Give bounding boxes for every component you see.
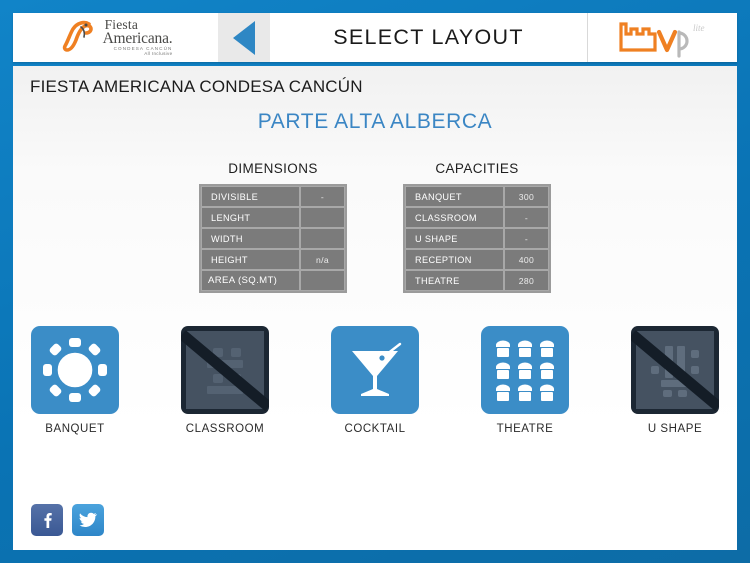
social-links [31,504,104,536]
brand-subtitle-plan: All Inclusive [144,51,173,56]
capacities-heading: CAPACITIES [435,161,519,176]
dimensions-heading: DIMENSIONS [228,161,318,176]
row-label: WIDTH [201,228,300,249]
info-tables: DIMENSIONS DIVISIBLE - LENGHT WIDTH HEIG… [13,161,737,293]
table-row: CLASSROOM - [405,207,549,228]
room-name: PARTE ALTA ALBERCA [257,110,493,133]
row-label: THEATRE [405,270,504,291]
hotel-name: FIESTA AMERICANA CONDESA CANCÚN [30,77,363,96]
bvp-lite-logo-icon: lite [618,21,705,58]
brand-name-line2: Americana. [102,29,173,47]
capacities-table: BANQUET 300 CLASSROOM - U SHAPE - RECEPT… [403,184,551,293]
row-value: 300 [504,186,549,207]
bvp-logo: lite [587,13,737,62]
table-row: RECEPTION 400 [405,249,549,270]
row-value: - [504,207,549,228]
row-label: RECEPTION [405,249,504,270]
main-panel: FIESTA AMERICANA CONDESA CANCÚN PARTE AL… [13,66,737,550]
chair-grid-icon [496,340,554,401]
layout-option-label: THEATRE [496,423,554,435]
row-label: DIVISIBLE [201,186,300,207]
back-arrow-icon [233,20,255,55]
layout-options: BANQUET CLASSROOM COCKTAIL THEATRE U SHA… [13,326,737,435]
row-value [300,228,345,249]
table-row: AREA (SQ.MT) [201,270,345,291]
table-row: HEIGHT n/a [201,249,345,270]
fiesta-americana-swirl-icon [62,20,93,52]
app-header: Fiesta Americana. CONDESA CANCÚN All Inc… [13,13,737,62]
facebook-button[interactable] [31,504,63,536]
row-label: AREA (SQ.MT) [201,270,300,291]
layout-option-label: BANQUET [45,423,105,435]
layout-tile-disabled [181,326,269,414]
page-title-container: SELECT LAYOUT [270,13,587,62]
page-title: SELECT LAYOUT [333,25,524,49]
table-row: DIVISIBLE - [201,186,345,207]
layout-option-theatre[interactable]: THEATRE [466,326,584,435]
row-value [300,270,345,291]
row-value: n/a [300,249,345,270]
capacities-block: CAPACITIES BANQUET 300 CLASSROOM - U SHA… [403,161,551,293]
row-value: 280 [504,270,549,291]
layout-tile-disabled [631,326,719,414]
round-table-icon [43,338,107,402]
dimensions-table: DIVISIBLE - LENGHT WIDTH HEIGHT n/a AREA… [199,184,347,293]
back-button[interactable] [218,13,270,62]
layout-tile[interactable] [481,326,569,414]
twitter-icon [79,512,98,528]
table-row: BANQUET 300 [405,186,549,207]
table-row: U SHAPE - [405,228,549,249]
layout-option-label: COCKTAIL [344,423,406,435]
fiesta-americana-logo: Fiesta Americana. CONDESA CANCÚN All Inc… [13,13,218,62]
layout-option-banquet[interactable]: BANQUET [16,326,134,435]
row-value: 400 [504,249,549,270]
row-label: U SHAPE [405,228,504,249]
row-label: BANQUET [405,186,504,207]
table-row: WIDTH [201,228,345,249]
twitter-button[interactable] [72,504,104,536]
table-row: LENGHT [201,207,345,228]
layout-option-u-shape: U SHAPE [616,326,734,435]
layout-tile[interactable] [331,326,419,414]
layout-option-label: CLASSROOM [185,423,265,435]
layout-option-classroom: CLASSROOM [166,326,284,435]
row-label: HEIGHT [201,249,300,270]
row-label: CLASSROOM [405,207,504,228]
row-value [300,207,345,228]
layout-tile[interactable] [31,326,119,414]
row-value: - [504,228,549,249]
facebook-icon [44,512,52,528]
dimensions-block: DIMENSIONS DIVISIBLE - LENGHT WIDTH HEIG… [199,161,347,293]
martini-glass-icon [352,342,402,396]
layout-option-label: U SHAPE [647,423,703,435]
table-row: THEATRE 280 [405,270,549,291]
row-value: - [300,186,345,207]
svg-text:lite: lite [693,23,705,33]
layout-option-cocktail[interactable]: COCKTAIL [316,326,434,435]
row-label: LENGHT [201,207,300,228]
